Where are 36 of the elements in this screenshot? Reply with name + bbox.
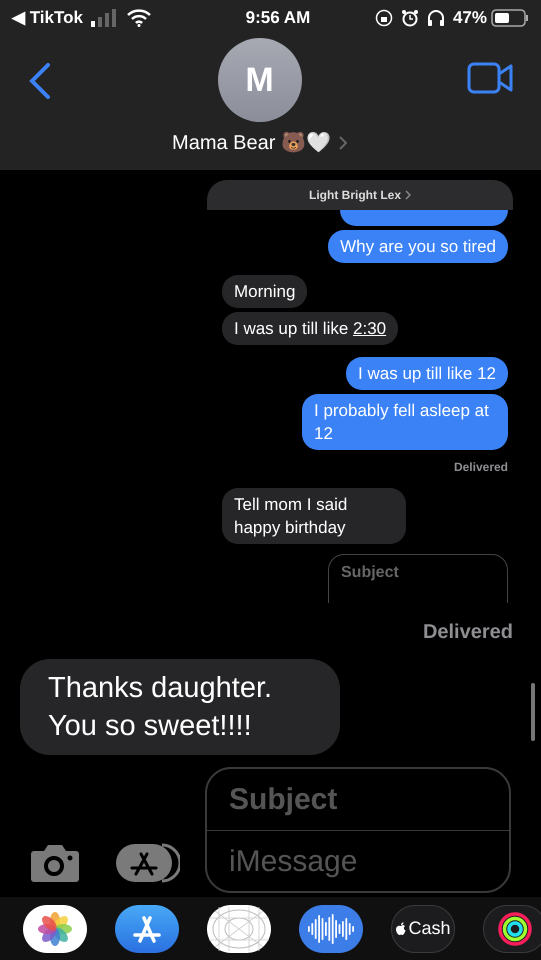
scroll-indicator [531,683,535,741]
message-text: Morning [234,282,296,301]
chevron-right-icon [338,136,347,150]
message-text: Why are you so tired [340,237,496,256]
back-chevron-icon[interactable] [28,62,52,100]
signal-icon [90,9,119,27]
video-camera-icon[interactable] [467,62,513,94]
battery-icon [490,9,529,27]
alarm-icon [400,9,419,27]
cash-app-icon[interactable]: Cash [391,904,455,952]
message-bubble: Thanks daughter. You so sweet!!!! [20,659,340,755]
camera-icon[interactable] [30,843,80,883]
message-text: Tell mom I said happy birthday [234,495,348,537]
fruit-logo-icon [395,922,408,936]
app-store-icon[interactable] [115,904,179,952]
contact-banner[interactable]: Light Bright Lex [207,180,513,210]
app-store-button[interactable] [116,843,180,883]
activity-rings-icon[interactable] [483,904,541,952]
audio-message-icon[interactable] [299,904,363,952]
battery-percent: 47% [452,7,487,30]
back-to-app-link[interactable]: ◀ TikTok [12,5,83,31]
chevron-right-icon [405,190,411,200]
delivered-status: Delivered [454,459,508,476]
clock-time: 9:56 AM [244,7,310,30]
contact-name[interactable]: Mama Bear 🐻🤍 [172,128,331,158]
time-link[interactable]: 2:30 [353,319,386,338]
photos-app-icon[interactable] [23,904,87,952]
message-text: I was up till like 12 [358,364,496,383]
subject-field[interactable]: Subject [328,554,508,603]
headphones-icon [426,9,445,27]
grid-app-icon[interactable] [207,904,271,952]
message-text: I probably fell asleep at 12 [314,401,489,443]
delivered-status: Delivered [422,620,513,645]
message-text: I was up till like [234,319,350,338]
wifi-icon [126,9,151,27]
rotation-lock-icon [374,9,393,27]
